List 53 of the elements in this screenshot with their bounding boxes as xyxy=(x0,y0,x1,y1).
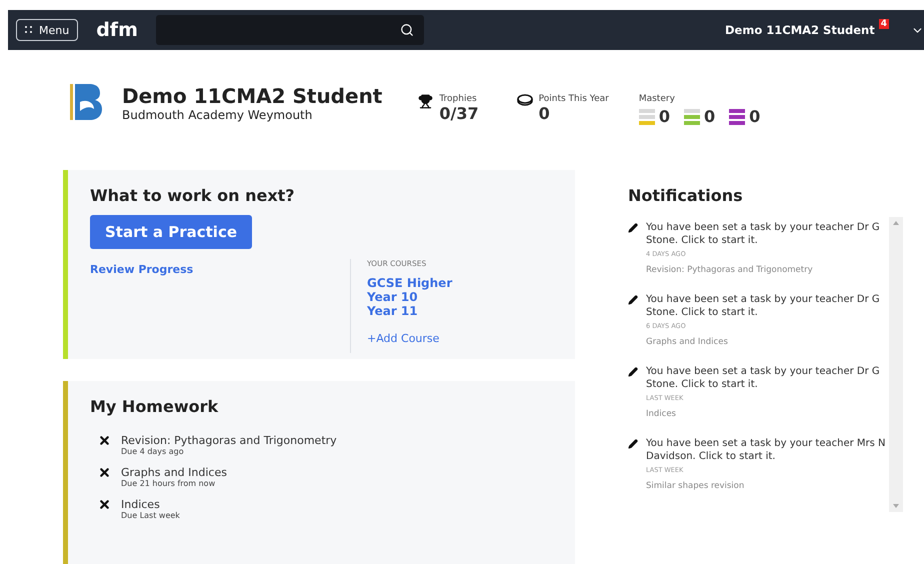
stat-label: Trophies xyxy=(439,94,478,104)
homework-title[interactable]: Revision: Pythagoras and Trigonometry xyxy=(121,434,337,447)
card-title: What to work on next? xyxy=(90,186,296,205)
cross-icon xyxy=(98,434,111,447)
notification-message[interactable]: You have been set a task by your teacher Mrs N Davidson. Click to start it. xyxy=(646,437,889,463)
add-course-link[interactable]: +Add Course xyxy=(367,332,553,345)
student-name: Demo 11CMA2 Student xyxy=(122,84,382,108)
course-link[interactable]: Year 11 xyxy=(367,304,553,318)
cross-icon xyxy=(98,466,111,479)
mastery-label: Mastery xyxy=(638,94,675,104)
review-progress-link[interactable]: Review Progress xyxy=(90,263,252,276)
notification-task: Similar shapes revision xyxy=(646,481,746,491)
search-field[interactable] xyxy=(156,15,424,45)
course-link[interactable]: Year 10 xyxy=(367,290,553,304)
menu-button[interactable]: Menu xyxy=(16,19,78,41)
mastery-count: 0 xyxy=(749,107,760,126)
pen-icon xyxy=(628,367,638,377)
pen-icon xyxy=(628,295,638,305)
notifications-title: Notifications xyxy=(628,186,744,205)
pen-icon xyxy=(628,439,638,449)
trophy-icon xyxy=(418,94,434,109)
notification-badge: 4 xyxy=(878,19,889,29)
stat-value: 0 xyxy=(538,104,551,123)
logo[interactable]: dfm xyxy=(96,19,138,41)
stat-value: 0/37 xyxy=(439,104,479,123)
notification-task: Indices xyxy=(646,409,677,419)
school-name: Budmouth Academy Weymouth xyxy=(122,108,314,122)
notification-message[interactable]: You have been set a task by your teacher Dr G Stone. Click to start it. xyxy=(646,365,889,391)
scrollbar[interactable] xyxy=(889,217,903,512)
notification-message[interactable]: You have been set a task by your teacher Dr G Stone. Click to start it. xyxy=(646,221,889,247)
mastery-count: 0 xyxy=(704,107,716,126)
card-title: My Homework xyxy=(90,397,220,416)
homework-due: Due 4 days ago xyxy=(121,447,185,456)
stat-label: Points This Year xyxy=(538,94,609,104)
scroll-up-icon[interactable] xyxy=(893,221,899,225)
course-link[interactable]: GCSE Higher xyxy=(367,276,553,290)
mastery-count: 0 xyxy=(658,107,670,126)
homework-due: Due Last week xyxy=(121,511,180,520)
coin-icon xyxy=(516,94,533,106)
search-icon[interactable] xyxy=(400,23,414,37)
cross-icon xyxy=(98,498,111,511)
user-name[interactable]: Demo 11CMA2 Student xyxy=(725,23,875,37)
homework-due: Due 21 hours from now xyxy=(121,479,216,488)
start-practice-button[interactable]: Start a Practice xyxy=(90,215,252,249)
pen-icon xyxy=(628,223,638,233)
homework-title[interactable]: Indices xyxy=(121,498,180,511)
school-logo xyxy=(70,82,104,122)
dots-icon xyxy=(25,26,33,34)
notification-task: Graphs and Indices xyxy=(646,337,729,347)
scroll-down-icon[interactable] xyxy=(893,504,899,508)
notification-task: Revision: Pythagoras and Trigonometry xyxy=(646,265,814,275)
notification-message[interactable]: You have been set a task by your teacher Dr G Stone. Click to start it. xyxy=(646,293,889,319)
homework-title[interactable]: Graphs and Indices xyxy=(121,466,227,479)
